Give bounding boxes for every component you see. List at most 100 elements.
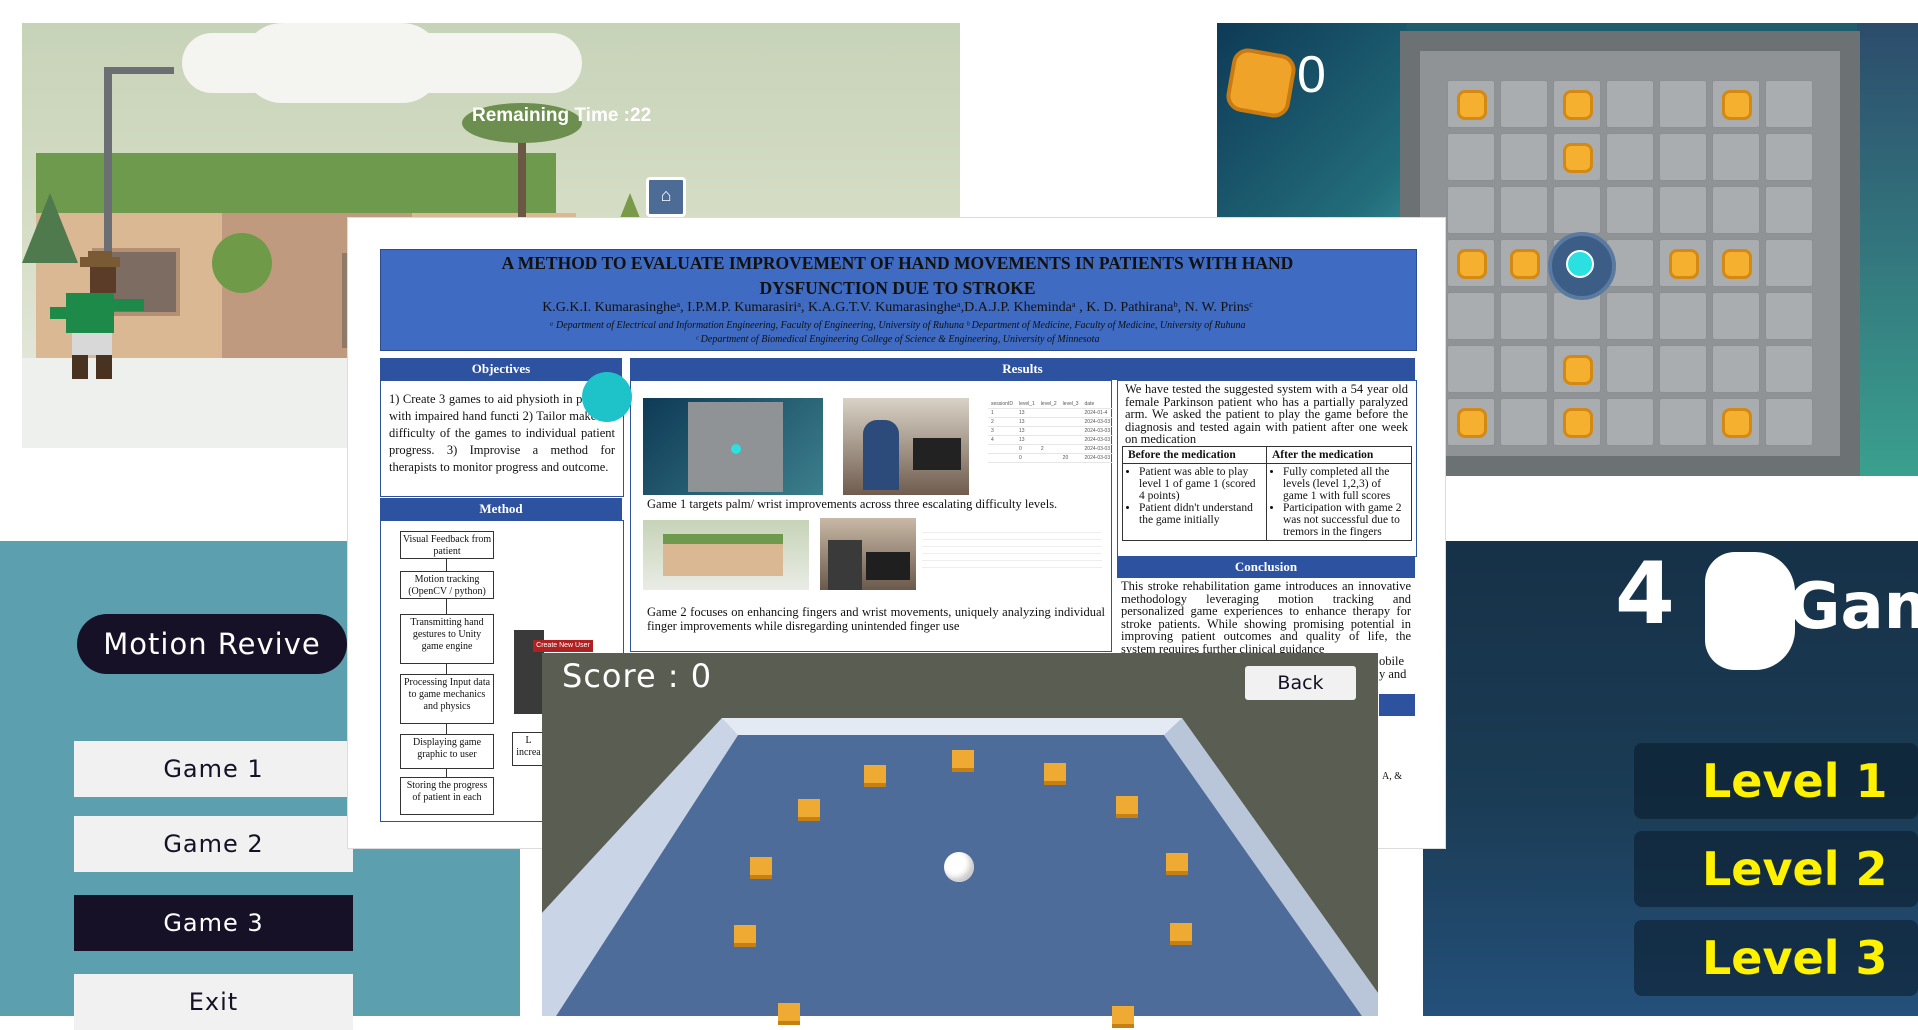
before-item: Patient didn't understand the game initi…: [1139, 502, 1261, 526]
objectives-text: 1) Create 3 games to aid physioth in pat…: [389, 392, 615, 474]
table-cell: [988, 453, 1016, 463]
table-cell: 2024-03-03: [1081, 417, 1114, 427]
grid-tile: [1765, 186, 1813, 234]
game-1-button[interactable]: Game 1: [74, 741, 353, 797]
table-cell: [1059, 417, 1082, 427]
grid-tile: [1500, 345, 1548, 393]
grid-tile: [1712, 133, 1760, 181]
flow-step-3: Transmitting hand gestures to Unity game…: [400, 614, 494, 664]
coin-icon: [1457, 249, 1487, 279]
method-heading: Method: [380, 498, 622, 520]
affiliation-line1: ᵃ Department of Electrical and Informati…: [549, 320, 1246, 331]
mini-table-header: level_2: [1037, 400, 1060, 409]
grid-tile: [1606, 186, 1654, 234]
table-cell: [1059, 408, 1082, 418]
table-cell: [1037, 408, 1060, 418]
poster-title: A METHOD TO EVALUATE IMPROVEMENT OF HAND…: [390, 251, 1405, 301]
target-cube: [778, 1003, 800, 1025]
table-cell: 2: [988, 417, 1016, 427]
grid-tile: [1500, 292, 1548, 340]
objectives-heading: Objectives: [380, 358, 622, 380]
table-row: 1 13 2024-01-4: [988, 408, 1114, 418]
mini-table-header: level_3: [1059, 400, 1082, 409]
table-cell: 20: [1059, 453, 1082, 463]
flow-step-2: Motion tracking (OpenCV / python): [400, 571, 494, 599]
grid-tile: [1765, 80, 1813, 128]
conclusion-heading: Conclusion: [1117, 556, 1415, 578]
table-cell: 2024-01-4: [1081, 408, 1114, 418]
table-cell: [1037, 435, 1060, 445]
table-row: 0 20 2024-03-03: [988, 453, 1114, 463]
create-user-label: Create New User: [533, 640, 593, 652]
game2-caption: Game 2 focuses on enhancing fingers and …: [647, 605, 1105, 633]
game2-results-table: [922, 526, 1102, 570]
grid-tile: [1447, 133, 1495, 181]
target-cube: [734, 925, 756, 947]
grid-tile: [1765, 239, 1813, 287]
patient-photo-1: [843, 398, 969, 495]
references-tail: A, &: [1382, 771, 1402, 782]
table-cell: 0: [1015, 444, 1038, 454]
patient-photo-2: [820, 518, 916, 590]
level-1-button[interactable]: Level 1: [1634, 743, 1918, 819]
flow-step-4: Processing Input data to game mechanics …: [400, 674, 494, 724]
table-cell: 13: [1015, 435, 1038, 445]
flow-step-1: Visual Feedback from patient: [400, 531, 494, 559]
back-button[interactable]: Back: [1245, 666, 1356, 700]
game-3-button[interactable]: Game 3: [74, 895, 353, 951]
method-side-box: L increa: [512, 732, 544, 766]
table-cell: [1059, 444, 1082, 454]
coin-icon: [1669, 249, 1699, 279]
grid-tile: [1659, 186, 1707, 234]
coin-icon: [1563, 143, 1593, 173]
poster-affiliations: ᵃ Department of Electrical and Informati…: [390, 319, 1405, 347]
references-heading-fragment: [1379, 694, 1415, 716]
flow-step-6: Storing the progress of patient in each: [400, 777, 494, 815]
app-title: Motion Revive: [77, 614, 347, 674]
grid-tile: [1553, 186, 1601, 234]
level-3-button[interactable]: Level 3: [1634, 920, 1918, 996]
before-item: Patient was able to play level 1 of game…: [1139, 466, 1261, 502]
grid-tile: [1606, 398, 1654, 446]
table-row: 2 13 2024-03-03: [988, 417, 1114, 427]
bus-stop-icon: ⌂: [646, 177, 686, 217]
game1-caption: Game 1 targets palm/ wrist improvements …: [647, 497, 1058, 511]
flow-step-5: Displaying game graphic to user: [400, 734, 494, 769]
grid-tile: [1500, 80, 1548, 128]
grid-tile: [1606, 80, 1654, 128]
target-cube: [1170, 923, 1192, 945]
grid-tile: [1606, 133, 1654, 181]
coin-icon: [1563, 90, 1593, 120]
coin-icon: [1722, 408, 1752, 438]
table-cell: 13: [1015, 417, 1038, 427]
grid-tile: [1447, 345, 1495, 393]
target-cube: [952, 750, 974, 772]
tilt-board: [542, 718, 1378, 1016]
table-cell: [1037, 417, 1060, 427]
target-cube: [864, 765, 886, 787]
grid-tile: [1500, 133, 1548, 181]
grid-tile: [1447, 292, 1495, 340]
table-cell: 2024-03-03: [1081, 444, 1114, 454]
exit-button[interactable]: Exit: [74, 974, 353, 1030]
table-cell: [1059, 435, 1082, 445]
coin-icon: [1510, 249, 1540, 279]
conclusion-tail: obile y and: [1379, 654, 1407, 681]
game-2-button[interactable]: Game 2: [74, 816, 353, 872]
grid-tile: [1659, 133, 1707, 181]
grid-tile: [1447, 186, 1495, 234]
table-cell: [1037, 453, 1060, 463]
target-cube: [1112, 1006, 1134, 1028]
table-cell: [1037, 426, 1060, 436]
patient-test-text: We have tested the suggested system with…: [1125, 382, 1408, 446]
after-item: Participation with game 2 was not succes…: [1283, 502, 1406, 538]
mini-table-header: level_1: [1015, 400, 1038, 409]
table-row: 3 13 2024-03-03: [988, 426, 1114, 436]
after-header: After the medication: [1265, 446, 1413, 464]
poster-title-line1: A METHOD TO EVALUATE IMPROVEMENT OF HAND…: [501, 253, 1294, 273]
target-cube: [798, 799, 820, 821]
medication-comparison-table: Before the medication After the medicati…: [1122, 446, 1413, 541]
cursor-highlight: [582, 372, 632, 422]
level-2-button[interactable]: Level 2: [1634, 831, 1918, 907]
grid-tile: [1606, 292, 1654, 340]
